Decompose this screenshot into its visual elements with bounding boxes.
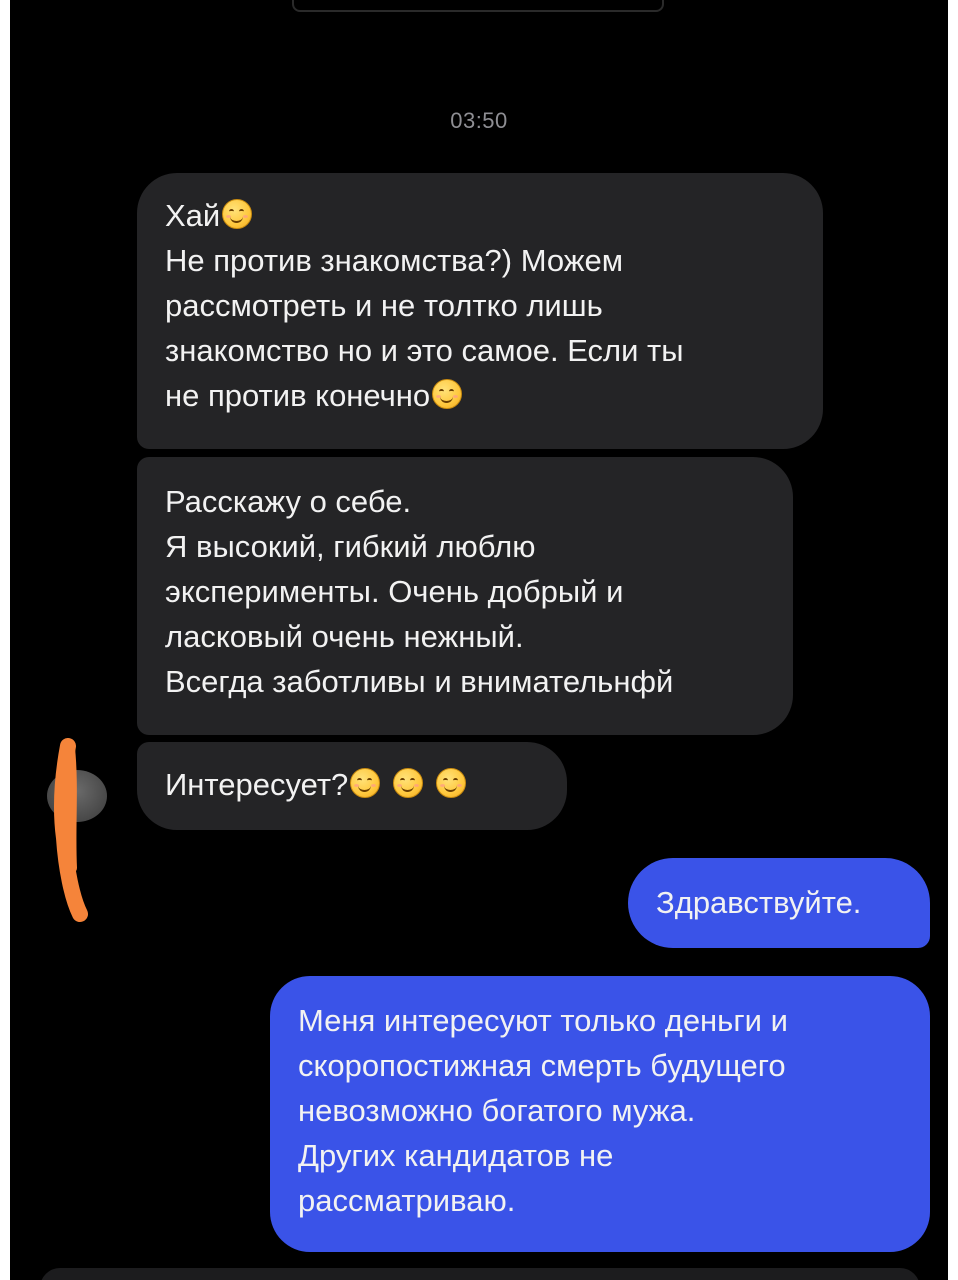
message-line: Интересует? xyxy=(165,762,567,807)
message-line: рассмотреть и не толтко лишь xyxy=(165,288,603,323)
incoming-message-bubble[interactable]: Хай Не против знакомства?) Можем рассмот… xyxy=(137,173,823,449)
message-line: Расскажу о себе. xyxy=(165,484,412,519)
smiling-face-icon xyxy=(222,199,253,229)
message-line: рассматриваю. xyxy=(298,1183,516,1218)
input-bar-remnant xyxy=(40,1268,920,1280)
message-line: Хай xyxy=(165,193,823,238)
outgoing-message-bubble[interactable]: Меня интересуют только деньги и скоропос… xyxy=(270,976,930,1252)
smiling-face-icon xyxy=(435,768,466,798)
message-line: Других кандидатов не xyxy=(298,1138,614,1173)
incoming-message-bubble[interactable]: Расскажу о себе. Я высокий, гибкий люблю… xyxy=(137,457,793,735)
message-line: Меня интересуют только деньги и xyxy=(298,1003,788,1038)
smiling-face-icon xyxy=(350,768,381,798)
message-line: невозможно богатого мужа. xyxy=(298,1093,696,1128)
message-line: Я высокий, гибкий люблю xyxy=(165,529,536,564)
outgoing-message-bubble[interactable]: Здравствуйте. xyxy=(628,858,930,948)
message-line: Здравствуйте. xyxy=(656,885,862,920)
message-line: ласковый очень нежный. xyxy=(165,619,524,654)
message-line: знакомство но и это самое. Если ты xyxy=(165,333,684,368)
chat-screen: 03:50 Хай Не против знакомства?) Можем р… xyxy=(10,0,948,1280)
incoming-message-bubble[interactable]: Интересует? xyxy=(137,742,567,830)
redaction-mark xyxy=(53,738,88,922)
message-line: эксперименты. Очень добрый и xyxy=(165,574,624,609)
smiling-face-icon xyxy=(392,768,423,798)
message-line: Всегда заботливы и внимательнфй xyxy=(165,664,674,699)
message-line: Не против знакомства?) Можем xyxy=(165,243,624,278)
top-bar-remnant xyxy=(292,0,664,12)
message-line: скоропостижная смерть будущего xyxy=(298,1048,786,1083)
message-line: не против конечно xyxy=(165,373,823,418)
message-timestamp: 03:50 xyxy=(450,108,508,133)
smiling-face-icon xyxy=(432,379,463,409)
